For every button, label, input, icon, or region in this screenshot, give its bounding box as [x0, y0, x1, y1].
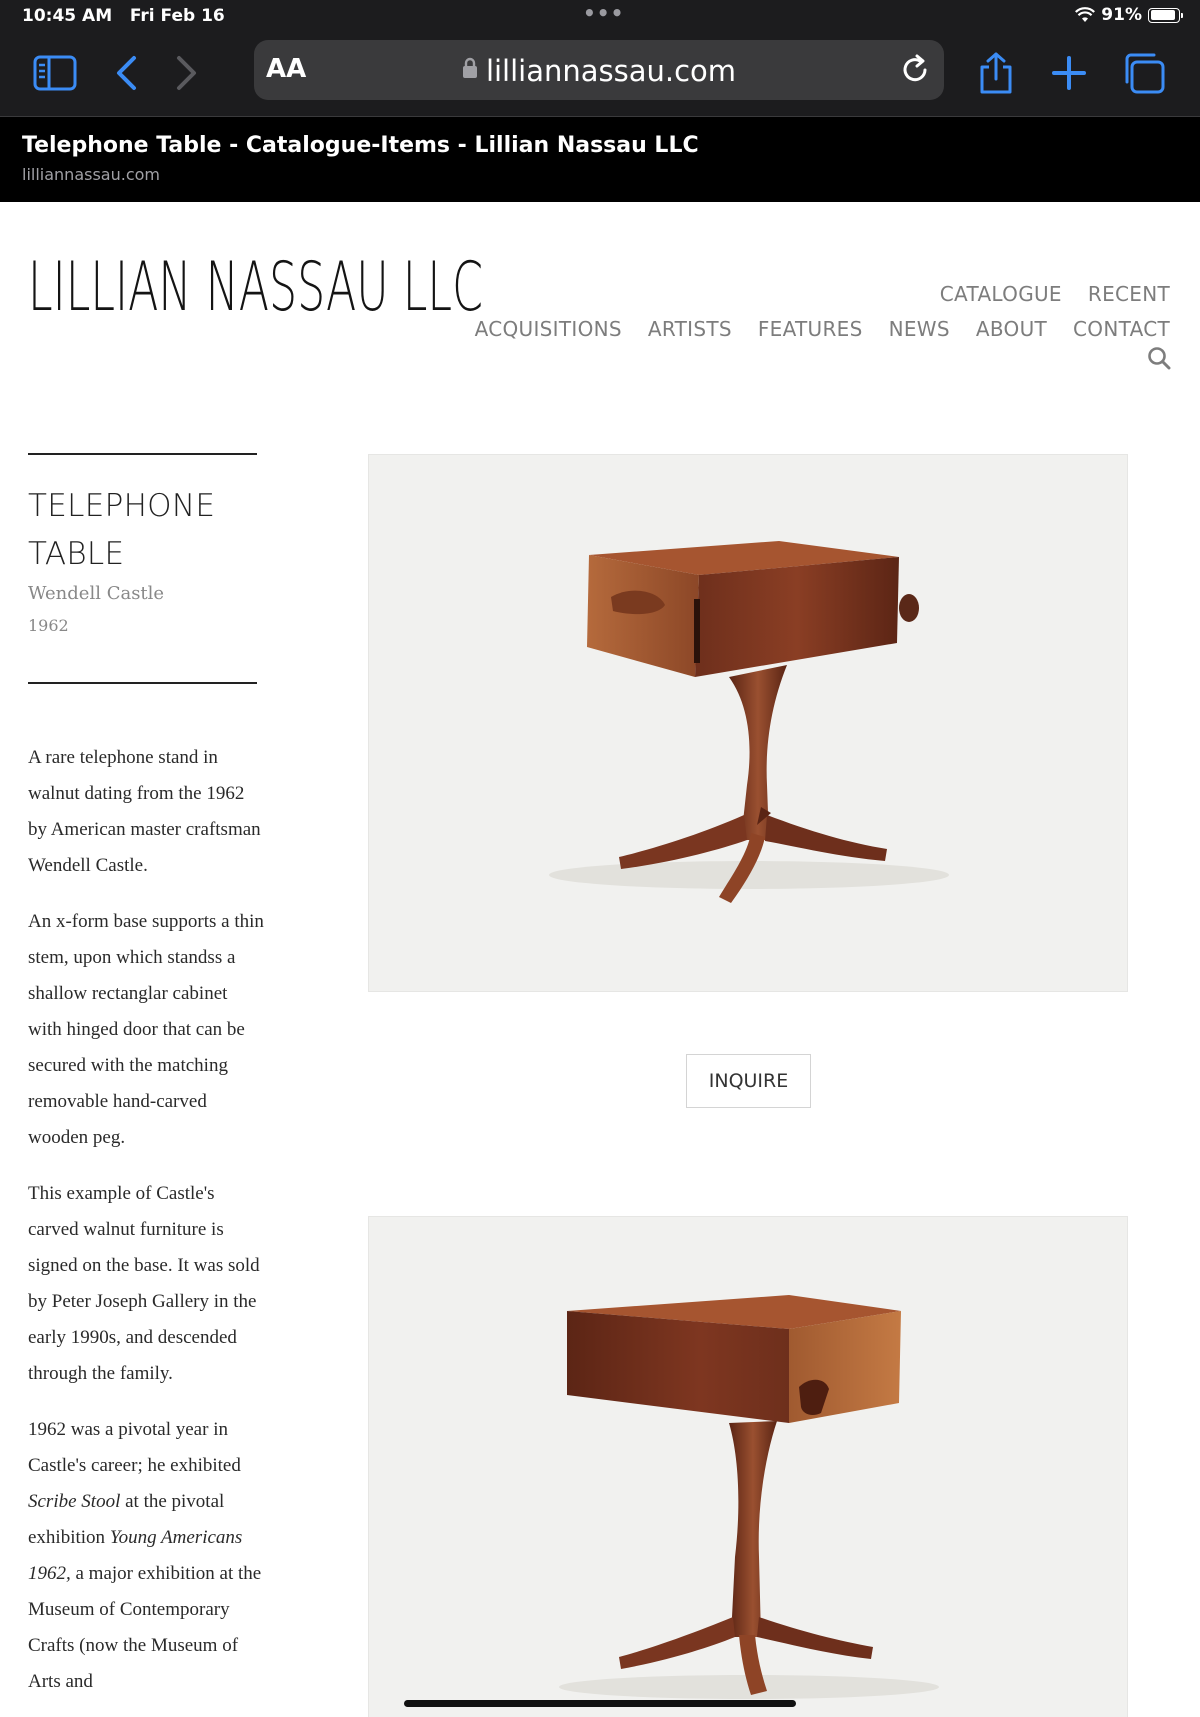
address-bar[interactable]: AA lilliannassau.com: [254, 40, 944, 100]
clock-time: 10:45 AM: [22, 6, 113, 26]
wifi-icon: [1075, 7, 1096, 22]
divider-top: [28, 453, 257, 455]
multitasking-dots[interactable]: •••: [583, 1, 624, 25]
description-text: 1962 was a pivotal year in Castle's care…: [28, 1419, 241, 1476]
description-paragraph: This example of Castle's carved walnut f…: [28, 1183, 260, 1384]
tab-overview-button[interactable]: [1121, 50, 1167, 96]
back-button[interactable]: [103, 50, 149, 96]
nav-contact[interactable]: CONTACT: [1073, 317, 1170, 341]
item-artist[interactable]: Wendell Castle: [28, 583, 164, 604]
status-bar: 10:45 AM Fri Feb 16 ••• 91%: [0, 0, 1200, 34]
plus-icon: [1052, 56, 1086, 90]
item-title-line-2: TABLE: [28, 536, 125, 572]
status-indicators: 91%: [1075, 5, 1183, 25]
nav-catalogue[interactable]: CATALOGUE: [940, 282, 1062, 306]
url-host: lilliannassau.com: [485, 54, 737, 88]
battery-icon: [1148, 7, 1183, 23]
logo-text: LILLIAN NASSAU LLC: [28, 250, 483, 322]
item-title: TELEPHONE TABLE: [28, 482, 215, 578]
inquire-button[interactable]: INQUIRE: [686, 1054, 811, 1108]
browser-chrome: 10:45 AM Fri Feb 16 ••• 91% AA lillianna…: [0, 0, 1200, 116]
telephone-table-photo-alt: [559, 1295, 939, 1699]
new-tab-button[interactable]: [1046, 50, 1092, 96]
nav-news[interactable]: NEWS: [889, 317, 950, 341]
share-icon: [980, 52, 1012, 94]
item-description: A rare telephone stand in walnut dating …: [28, 740, 264, 1717]
forward-button[interactable]: [164, 50, 210, 96]
chevron-right-icon: [177, 56, 196, 90]
tab-bar[interactable]: Telephone Table - Catalogue-Items - Lill…: [0, 116, 1200, 202]
telephone-table-photo: [549, 541, 949, 903]
nav-recent[interactable]: RECENT: [1088, 282, 1170, 306]
search-icon[interactable]: [1147, 346, 1171, 370]
description-paragraph: A rare telephone stand in walnut dating …: [28, 747, 261, 876]
battery-percent: 91%: [1101, 5, 1142, 25]
site-logo[interactable]: LILLIAN NASSAU LLC: [28, 248, 488, 327]
logo-wordmark: LILLIAN NASSAU LLC: [28, 248, 483, 327]
description-paragraph: 1962 was a pivotal year in Castle's care…: [28, 1412, 264, 1700]
tabs-icon: [1125, 53, 1165, 94]
main-nav-row-2: ACQUISITIONS ARTISTS FEATURES NEWS ABOUT CONT…: [449, 317, 1170, 341]
product-image-2[interactable]: [368, 1216, 1128, 1717]
clock-date: Fri Feb 16: [129, 6, 225, 26]
chevron-left-icon: [117, 56, 136, 90]
divider-bottom: [28, 682, 257, 684]
sidebar-toggle-button[interactable]: [32, 50, 78, 96]
nav-artists[interactable]: ARTISTS: [648, 317, 732, 341]
description-emphasis: Scribe Stool: [28, 1491, 121, 1512]
url-display[interactable]: lilliannassau.com: [254, 54, 944, 88]
tab-title: Telephone Table - Catalogue-Items - Lill…: [22, 133, 699, 158]
nav-features[interactable]: FEATURES: [758, 317, 863, 341]
lock-icon: [462, 57, 477, 78]
share-button[interactable]: [973, 50, 1019, 96]
description-paragraph: An x-form base supports a thin stem, upo…: [28, 911, 264, 1148]
status-time: 10:45 AM Fri Feb 16: [22, 6, 225, 26]
nav-about[interactable]: ABOUT: [976, 317, 1047, 341]
item-year: 1962: [28, 616, 69, 635]
reload-icon[interactable]: [900, 53, 932, 85]
tab-subtitle: lilliannassau.com: [22, 165, 160, 184]
sidebar-icon: [33, 55, 77, 91]
nav-acquisitions[interactable]: ACQUISITIONS: [475, 317, 622, 341]
product-image-1[interactable]: [368, 454, 1128, 992]
main-nav-row-1: CATALOGUE RECENT: [914, 282, 1170, 306]
home-indicator[interactable]: [404, 1700, 796, 1707]
item-title-line-1: TELEPHONE: [28, 488, 216, 524]
